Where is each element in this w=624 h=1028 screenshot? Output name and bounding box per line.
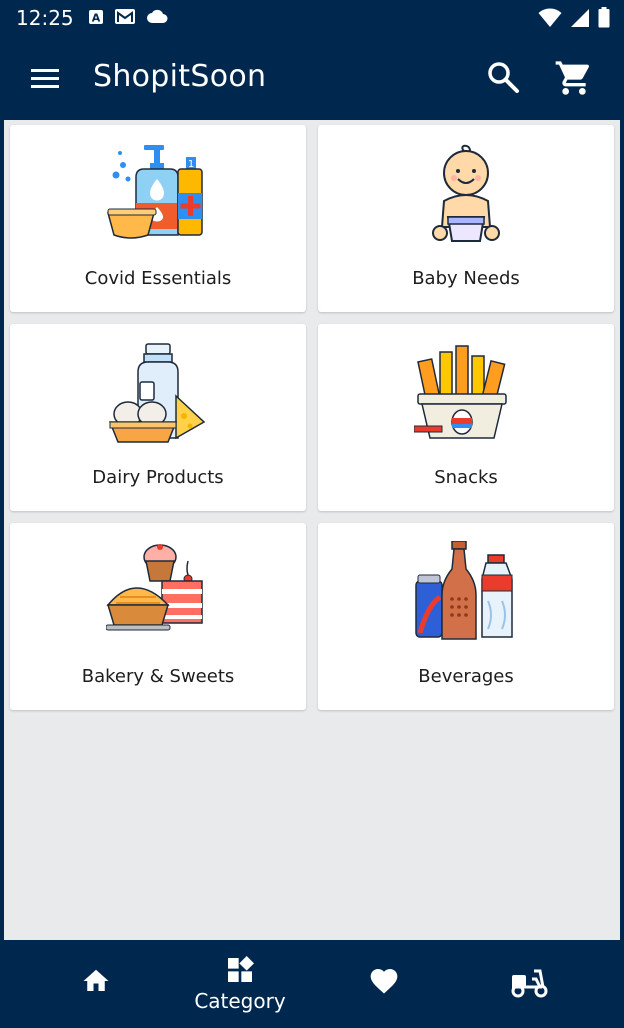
category-label: Covid Essentials bbox=[84, 268, 232, 289]
svg-text:A: A bbox=[92, 11, 101, 24]
search-icon bbox=[488, 62, 519, 93]
delivery-scooter-icon bbox=[511, 969, 548, 998]
dairy-icon bbox=[108, 343, 206, 443]
category-label: Baby Needs bbox=[412, 268, 520, 289]
baby-icon bbox=[418, 144, 514, 243]
home-icon bbox=[83, 969, 109, 991]
battery-icon bbox=[598, 7, 610, 28]
category-card-dairy-products[interactable]: Dairy Products bbox=[10, 324, 306, 511]
app-title: ShopitSoon bbox=[93, 59, 267, 94]
cart-button[interactable] bbox=[554, 58, 594, 98]
status-bar: 12:25 A bbox=[4, 0, 620, 36]
gmail-icon bbox=[115, 9, 135, 24]
category-label: Dairy Products bbox=[92, 467, 224, 488]
category-card-beverages[interactable]: Beverages bbox=[318, 523, 614, 710]
category-card-bakery-sweets[interactable]: Bakery & Sweets bbox=[10, 523, 306, 710]
category-card-snacks[interactable]: Snacks bbox=[318, 324, 614, 511]
cloud-icon bbox=[147, 9, 168, 23]
category-label: Bakery & Sweets bbox=[81, 666, 235, 687]
bottom-navigation: Category bbox=[4, 940, 620, 1028]
search-button[interactable] bbox=[484, 58, 522, 96]
beverages-icon bbox=[415, 541, 514, 641]
category-icon bbox=[228, 956, 254, 982]
menu-icon bbox=[31, 69, 59, 88]
cart-icon bbox=[555, 61, 590, 95]
nav-category[interactable]: Category bbox=[168, 940, 312, 1024]
nav-favorites[interactable] bbox=[312, 940, 456, 1024]
app-screen: 12:25 A ShopitSoon 1 Covid Essentials Ba… bbox=[4, 0, 620, 1028]
app-bar: ShopitSoon bbox=[4, 36, 620, 120]
heart-icon bbox=[370, 969, 398, 994]
a-icon: A bbox=[89, 9, 103, 24]
menu-button[interactable] bbox=[28, 63, 62, 93]
status-notification-icons: A bbox=[88, 8, 168, 25]
status-system-icons bbox=[538, 7, 610, 28]
category-label: Snacks bbox=[434, 467, 498, 488]
category-label: Beverages bbox=[418, 666, 514, 687]
nav-home[interactable] bbox=[24, 940, 168, 1024]
sanitizer-icon: 1 bbox=[107, 145, 206, 243]
snacks-icon bbox=[414, 345, 514, 442]
signal-icon bbox=[571, 8, 589, 27]
bakery-icon bbox=[106, 544, 206, 641]
nav-delivery[interactable] bbox=[456, 940, 600, 1024]
nav-category-label: Category bbox=[194, 989, 286, 1013]
category-card-covid-essentials[interactable]: 1 Covid Essentials bbox=[10, 125, 306, 312]
category-card-baby-needs[interactable]: Baby Needs bbox=[318, 125, 614, 312]
status-time: 12:25 bbox=[16, 6, 74, 30]
wifi-icon bbox=[538, 8, 562, 27]
